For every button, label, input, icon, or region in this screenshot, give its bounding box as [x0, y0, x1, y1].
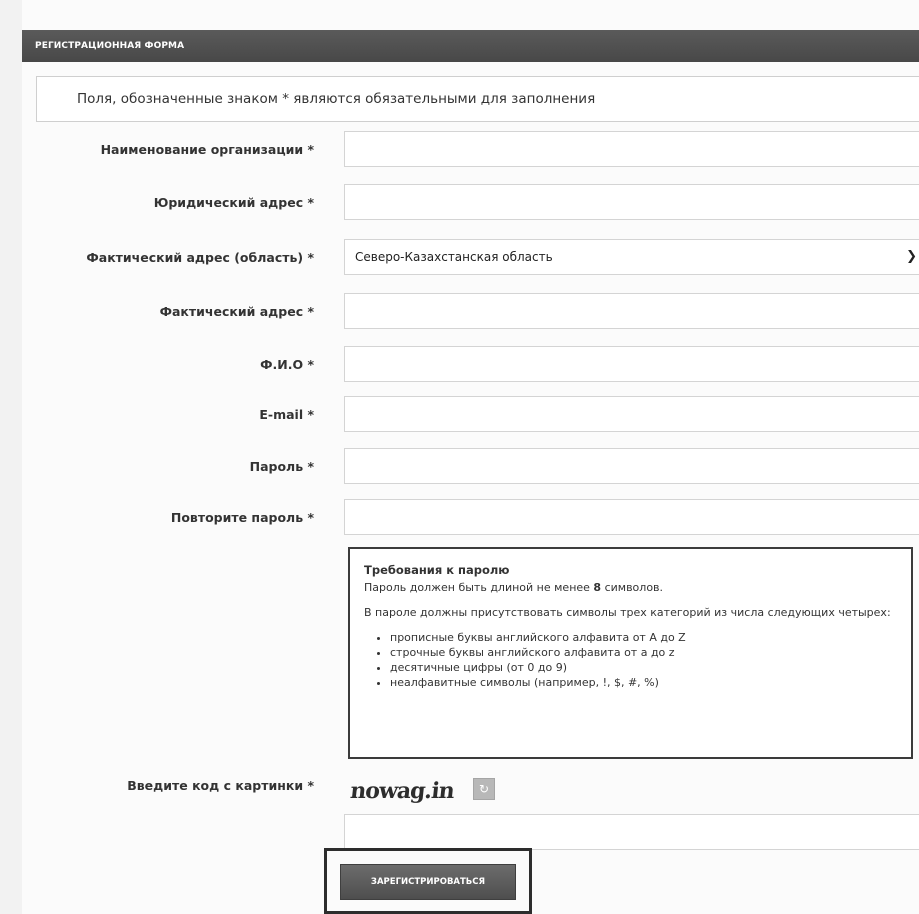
full-name-label: Ф.И.О *	[260, 357, 314, 372]
length-number: 8	[593, 581, 602, 594]
actual-address-input[interactable]	[344, 293, 919, 329]
legal-address-input[interactable]	[344, 184, 919, 220]
email-label: E-mail *	[259, 407, 314, 422]
repeat-password-label: Повторите пароль *	[170, 510, 314, 525]
list-item: строчные буквы английского алфавита от a…	[390, 645, 899, 660]
password-input[interactable]	[344, 448, 919, 484]
length-text-after: символов.	[601, 581, 664, 594]
refresh-icon: ↻	[478, 782, 490, 796]
actual-region-select[interactable]: Северо-Казахстанская область ❯	[344, 239, 919, 275]
captcha-refresh-button[interactable]: ↻	[473, 778, 495, 800]
repeat-password-input[interactable]	[344, 499, 919, 535]
password-length-text: Пароль должен быть длиной не менее 8 сим…	[364, 580, 899, 596]
captcha-input[interactable]	[344, 814, 919, 850]
chevron-down-icon[interactable]: ❯	[906, 240, 917, 274]
full-name-input[interactable]	[344, 346, 919, 382]
password-requirements-box: Требования к паролю Пароль должен быть д…	[348, 547, 913, 759]
captcha-image: nowag.in	[349, 778, 456, 804]
password-categories-text: В пароле должны присутствовать символы т…	[364, 606, 891, 619]
password-requirements-list: прописные буквы английского алфавита от …	[364, 630, 899, 690]
password-requirements-title: Требования к паролю	[364, 563, 510, 577]
org-name-input[interactable]	[344, 131, 919, 167]
actual-region-label: Фактический адрес (область) *	[86, 250, 314, 265]
list-item: десятичные цифры (от 0 до 9)	[390, 660, 899, 675]
legal-address-label: Юридический адрес *	[153, 195, 314, 210]
registration-page: РЕГИСТРАЦИОННАЯ ФОРМА Поля, обозначенные…	[22, 0, 919, 914]
captcha-label: Введите код с картинки *	[127, 778, 314, 793]
actual-address-label: Фактический адрес *	[159, 304, 314, 319]
form-header: РЕГИСТРАЦИОННАЯ ФОРМА	[22, 30, 919, 62]
password-label: Пароль *	[249, 459, 314, 474]
list-item: прописные буквы английского алфавита от …	[390, 630, 899, 645]
email-input[interactable]	[344, 396, 919, 432]
list-item: неалфавитные символы (например, !, $, #,…	[390, 675, 899, 690]
org-name-label: Наименование организации *	[100, 142, 314, 157]
actual-region-value: Северо-Казахстанская область	[355, 250, 553, 264]
register-button[interactable]: ЗАРЕГИСТРИРОВАТЬСЯ	[340, 864, 516, 900]
required-fields-notice: Поля, обозначенные знаком * являются обя…	[36, 76, 919, 122]
length-text-before: Пароль должен быть длиной не менее	[364, 581, 594, 594]
